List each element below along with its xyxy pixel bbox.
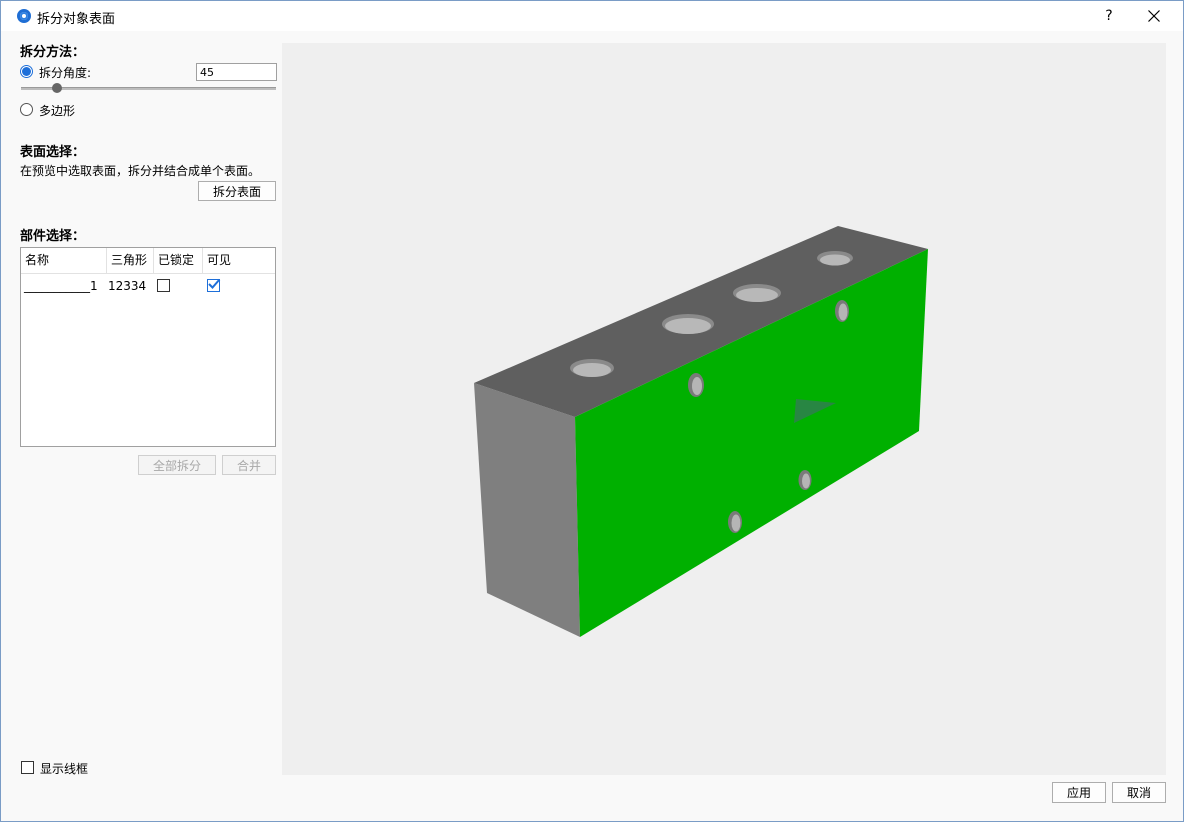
polygon-label: 多边形 xyxy=(39,104,76,118)
column-header-triangles[interactable]: 三角形 xyxy=(107,248,154,273)
column-header-locked[interactable]: 已锁定 xyxy=(154,248,203,273)
preview-viewport[interactable] xyxy=(282,43,1166,775)
parts-table-header: 名称 三角形 已锁定 可见 xyxy=(21,248,275,274)
column-header-visible[interactable]: 可见 xyxy=(203,248,275,273)
part-name-cell: ___________1 xyxy=(24,279,98,293)
3d-model-preview[interactable] xyxy=(282,43,1166,775)
help-button[interactable]: ? xyxy=(1099,6,1119,26)
split-method-heading: 拆分方法： xyxy=(20,45,86,60)
split-all-button[interactable]: 全部拆分 xyxy=(138,455,216,475)
apply-button[interactable]: 应用 xyxy=(1052,782,1106,803)
angle-label: 拆分角度: xyxy=(39,66,92,80)
surface-selection-heading: 表面选择： xyxy=(20,145,86,160)
split-surface-button[interactable]: 拆分表面 xyxy=(198,181,276,201)
close-button[interactable] xyxy=(1141,4,1167,28)
part-selection-heading: 部件选择： xyxy=(20,229,86,244)
column-header-name[interactable]: 名称 xyxy=(21,248,107,273)
visible-checkbox[interactable] xyxy=(207,278,221,292)
angle-input[interactable] xyxy=(196,63,277,81)
angle-radio[interactable] xyxy=(20,65,33,78)
locked-checkbox[interactable] xyxy=(157,279,170,292)
title-bar[interactable]: 拆分对象表面 ? xyxy=(1,1,1183,31)
split-surface-dialog: 拆分对象表面 ? 拆分方法： 拆分角度: 多边形 表面选择： 在预览中选取表面，… xyxy=(0,0,1184,822)
part-triangles-cell: 12334 xyxy=(108,279,147,293)
app-icon xyxy=(17,9,31,23)
checkmark-icon xyxy=(208,278,221,289)
cancel-button[interactable]: 取消 xyxy=(1112,782,1166,803)
angle-slider-thumb[interactable] xyxy=(52,83,62,93)
parts-table[interactable]: 名称 三角形 已锁定 可见 ___________1 12334 xyxy=(20,247,276,447)
merge-button[interactable]: 合并 xyxy=(222,455,276,475)
show-wireframe-checkbox[interactable] xyxy=(21,761,34,774)
surface-selection-description: 在预览中选取表面，拆分并结合成单个表面。 xyxy=(20,164,261,178)
polygon-radio[interactable] xyxy=(20,103,33,116)
close-icon xyxy=(1148,10,1160,22)
window-title: 拆分对象表面 xyxy=(37,12,116,27)
model-side-face xyxy=(474,383,580,637)
show-wireframe-label: 显示线框 xyxy=(40,762,89,776)
